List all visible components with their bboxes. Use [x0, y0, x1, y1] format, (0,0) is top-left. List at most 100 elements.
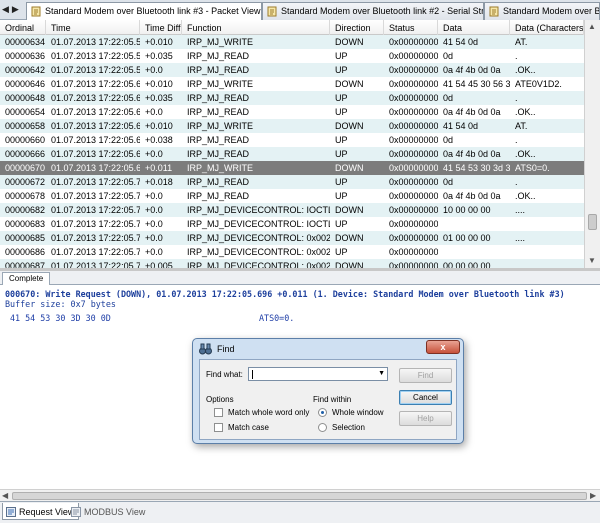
- match-whole-word-checkbox[interactable]: [214, 408, 223, 417]
- table-row[interactable]: 00000642 01.07.2013 17:22:05.592 +0.0 IRP_M…: [0, 63, 584, 77]
- scroll-thumb[interactable]: [588, 214, 597, 230]
- match-case-label[interactable]: Match case: [228, 423, 269, 432]
- column-header-data[interactable]: Data: [438, 20, 510, 35]
- cancel-button[interactable]: Cancel: [399, 390, 452, 405]
- table-row[interactable]: 00000660 01.07.2013 17:22:05.685 +0.038 IRP…: [0, 133, 584, 147]
- cell-status: 0x00000000: [389, 107, 438, 117]
- table-row[interactable]: 00000672 01.07.2013 17:22:05.714 +0.018 IRP…: [0, 175, 584, 189]
- tab-scroll-left-icon[interactable]: ◀: [2, 4, 9, 16]
- cell-ordinal: 00000686: [5, 247, 46, 257]
- scroll-up-icon[interactable]: ▲: [588, 22, 596, 31]
- tab-label: MODBUS View: [84, 507, 146, 517]
- cell-direction: DOWN: [335, 261, 364, 268]
- table-row[interactable]: 00000636 01.07.2013 17:22:05.592 +0.035 IRP…: [0, 49, 584, 63]
- scroll-right-icon[interactable]: ▶: [590, 491, 596, 500]
- table-row[interactable]: 00000683 01.07.2013 17:22:05.715 +0.0 IRP_M…: [0, 217, 584, 231]
- app-window: ◀ ▶ Standard Modem over Bluetooth link #…: [0, 0, 600, 523]
- cell-ordinal: 00000670: [5, 163, 46, 173]
- cell-time-diff: +0.0: [145, 65, 163, 75]
- find-dialog: Find x Find what: ▼ Options Match whole …: [192, 338, 464, 444]
- cell-direction: UP: [335, 51, 348, 61]
- cell-data: [438, 245, 510, 259]
- cell-data-characters: .OK..: [515, 149, 536, 159]
- cell-ordinal: 00000646: [5, 79, 46, 89]
- dialog-close-button[interactable]: x: [426, 340, 460, 354]
- scroll-left-icon[interactable]: ◀: [2, 491, 8, 500]
- table-row[interactable]: 00000686 01.07.2013 17:22:05.715 +0.0 IRP_M…: [0, 245, 584, 259]
- selection-label[interactable]: Selection: [332, 423, 365, 432]
- cell-time-diff: +0.010: [145, 79, 173, 89]
- help-button[interactable]: Help: [399, 411, 452, 426]
- table-row[interactable]: 00000654 01.07.2013 17:22:05.637 +0.0 IRP_M…: [0, 105, 584, 119]
- table-row[interactable]: 00000685 01.07.2013 17:22:05.715 +0.0 IRP_M…: [0, 231, 584, 245]
- cell-function: IRP_MJ_WRITE: [187, 163, 254, 173]
- tab-modbus-view[interactable]: MODBUS View: [68, 503, 149, 520]
- document-icon: [489, 6, 499, 17]
- grid-vertical-scrollbar[interactable]: ▲ ▼: [584, 20, 600, 268]
- tab-third-view[interactable]: Standard Modem over Blu...: [484, 2, 600, 20]
- scroll-thumb[interactable]: [12, 492, 587, 500]
- find-button[interactable]: Find: [399, 368, 452, 383]
- cell-function: IRP_MJ_READ: [187, 135, 250, 145]
- match-case-checkbox[interactable]: [214, 423, 223, 432]
- packet-grid: Ordinal Time Time Diff Function Directio…: [0, 20, 584, 268]
- cell-time-diff: +0.0: [145, 247, 163, 257]
- cell-time: 01.07.2013 17:22:05.637: [51, 93, 140, 103]
- cell-ordinal: 00000683: [5, 219, 46, 229]
- find-what-combobox[interactable]: ▼: [248, 367, 388, 381]
- chevron-down-icon[interactable]: ▼: [378, 370, 385, 377]
- cell-time-diff: +0.0: [145, 107, 163, 117]
- tab-complete[interactable]: Complete: [2, 272, 51, 285]
- cell-data: 0a 4f 4b 0d 0a: [443, 65, 501, 75]
- cell-time-diff: +0.0: [145, 233, 163, 243]
- find-within-label: Find within: [313, 395, 352, 404]
- whole-window-label[interactable]: Whole window: [332, 408, 384, 417]
- table-row[interactable]: 00000687 01.07.2013 17:22:05.720 +0.005 IRP…: [0, 259, 584, 268]
- match-whole-word-label[interactable]: Match whole word only: [228, 408, 309, 417]
- cell-status: 0x00000000: [389, 149, 438, 159]
- cell-time: 01.07.2013 17:22:05.715: [51, 205, 140, 215]
- cell-direction: DOWN: [335, 37, 364, 47]
- column-header-time[interactable]: Time: [46, 20, 140, 35]
- find-what-label: Find what:: [206, 370, 243, 379]
- column-header-status[interactable]: Status: [384, 20, 438, 35]
- table-row[interactable]: 00000678 01.07.2013 17:22:05.714 +0.0 IRP_M…: [0, 189, 584, 203]
- column-header-function[interactable]: Function: [182, 20, 330, 35]
- table-row[interactable]: 00000682 01.07.2013 17:22:05.715 +0.0 IRP_M…: [0, 203, 584, 217]
- cell-data: 10 00 00 00: [443, 205, 491, 215]
- buffer-size: Buffer size: 0x7 bytes: [5, 299, 116, 309]
- cell-data: 0a 4f 4b 0d 0a: [443, 107, 501, 117]
- cell-ordinal: 00000682: [5, 205, 46, 215]
- tab-packet-view[interactable]: Standard Modem over Bluetooth link #3 - …: [26, 2, 262, 21]
- dialog-title: Find: [217, 344, 235, 354]
- cell-ordinal: 00000654: [5, 107, 46, 117]
- cell-time: 01.07.2013 17:22:05.714: [51, 191, 140, 201]
- column-header-ordinal[interactable]: Ordinal: [0, 20, 46, 35]
- column-header-time-diff[interactable]: Time Diff: [140, 20, 182, 35]
- table-row-selected[interactable]: 00000670 01.07.2013 17:22:05.696 +0.011 IRP…: [0, 161, 584, 175]
- table-row[interactable]: 00000666 01.07.2013 17:22:05.685 +0.0 IRP_M…: [0, 147, 584, 161]
- column-header-data-characters[interactable]: Data (Characters): [510, 20, 584, 35]
- cell-function: IRP_MJ_READ: [187, 51, 250, 61]
- tab-label: Request View: [19, 507, 75, 517]
- detail-horizontal-scrollbar[interactable]: ◀ ▶: [0, 489, 600, 501]
- cell-time-diff: +0.0: [145, 149, 163, 159]
- whole-window-radio[interactable]: [318, 408, 327, 417]
- column-header-direction[interactable]: Direction: [330, 20, 384, 35]
- cell-time-diff: +0.005: [145, 261, 173, 268]
- table-row[interactable]: 00000648 01.07.2013 17:22:05.637 +0.035 IRP…: [0, 91, 584, 105]
- scroll-down-icon[interactable]: ▼: [588, 256, 596, 265]
- table-row[interactable]: 00000646 01.07.2013 17:22:05.602 +0.010 IRP…: [0, 77, 584, 91]
- cell-data-characters: [510, 245, 584, 259]
- cell-data-characters: .: [515, 51, 518, 61]
- cell-direction: DOWN: [335, 233, 364, 243]
- cell-ordinal: 00000636: [5, 51, 46, 61]
- cell-function: IRP_MJ_WRITE: [187, 37, 254, 47]
- tab-scroll-right-icon[interactable]: ▶: [12, 4, 19, 16]
- cell-function: IRP_MJ_DEVICECONTROL: IOCTL_S...: [187, 219, 330, 229]
- table-row[interactable]: 00000658 01.07.2013 17:22:05.647 +0.010 IRP…: [0, 119, 584, 133]
- tab-serial-stream[interactable]: Standard Modem over Bluetooth link #2 - …: [262, 2, 484, 20]
- cell-data-characters: .OK..: [515, 107, 536, 117]
- table-row[interactable]: 00000634 01.07.2013 17:22:05.557 +0.010 IRP…: [0, 35, 584, 49]
- selection-radio[interactable]: [318, 423, 327, 432]
